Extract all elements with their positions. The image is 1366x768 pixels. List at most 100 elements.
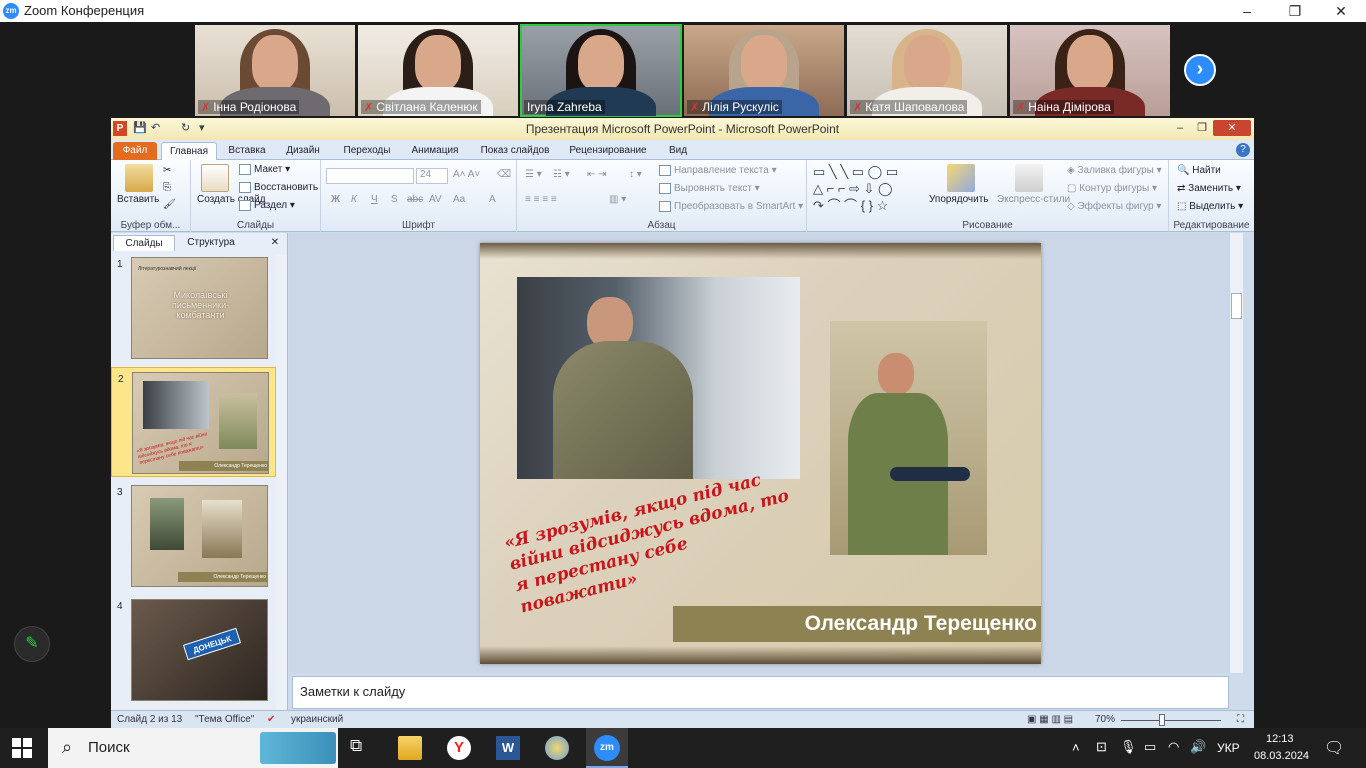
current-slide[interactable]: «Я зрозумів, якщо під час війни відсиджу…: [480, 243, 1041, 664]
file-explorer-icon[interactable]: [398, 736, 422, 760]
indent-icon[interactable]: ⇤ ⇥: [587, 169, 607, 180]
tab-animations[interactable]: Анимация: [403, 142, 467, 160]
shapes-gallery[interactable]: ▭ ╲ ╲ ▭ ◯ ▭ △ ⌐ ⌐ ⇨ ⇩ ◯ ↷ ⌒ ⌒ { } ☆: [813, 163, 898, 214]
ppt-maximize-button[interactable]: ❐: [1191, 120, 1213, 136]
pencil-icon[interactable]: ✎: [14, 626, 50, 662]
layout-button[interactable]: Макет ▾: [239, 164, 290, 175]
slide-thumbnail-row[interactable]: 3 Олександр Терещенко: [111, 481, 276, 591]
columns-icon[interactable]: ▥ ▾: [609, 194, 626, 205]
slide-thumbnail-row[interactable]: 1 Літературознавчий лекції Миколаївські …: [111, 253, 276, 363]
clear-format-icon[interactable]: ⌫: [497, 169, 511, 180]
microphone-icon[interactable]: 🎙: [1120, 739, 1137, 755]
clock-date[interactable]: 08.03.2024: [1254, 750, 1309, 762]
reset-button[interactable]: Восстановить: [239, 182, 318, 193]
next-page-button[interactable]: ›: [1184, 54, 1216, 86]
cut-icon[interactable]: ✂: [163, 165, 171, 176]
slide-thumbnail[interactable]: ДОНЕЦЬК: [131, 599, 268, 701]
change-case-icon[interactable]: Aa: [453, 194, 465, 205]
volume-icon[interactable]: 🔊: [1190, 739, 1206, 755]
bold-icon[interactable]: Ж: [331, 194, 340, 205]
ppt-minimize-button[interactable]: –: [1169, 120, 1191, 136]
participant-tile[interactable]: ✗ Світлана Каленюк: [358, 25, 518, 116]
tab-slideshow[interactable]: Показ слайдов: [475, 142, 555, 160]
slide-photo-veteran[interactable]: [830, 321, 987, 555]
tab-transitions[interactable]: Переходы: [335, 142, 399, 160]
align-text-button[interactable]: Выровнять текст ▾: [659, 183, 760, 194]
battery-icon[interactable]: ▭: [1144, 739, 1156, 755]
font-color-icon[interactable]: A: [489, 194, 496, 205]
ppt-close-button[interactable]: ✕: [1213, 120, 1251, 136]
strikethrough-icon[interactable]: abc: [407, 194, 423, 205]
shape-fill-button[interactable]: ◈ Заливка фигуры ▾: [1067, 165, 1162, 176]
participant-tile-active[interactable]: Iryna Zahreba: [520, 24, 682, 117]
slide-thumbnail[interactable]: «Я зрозумів, якщо під час війни відсиджу…: [132, 372, 269, 474]
font-family-select[interactable]: [326, 168, 414, 184]
find-button[interactable]: 🔍 Найти: [1177, 165, 1221, 176]
notes-pane[interactable]: Заметки к слайду: [292, 676, 1229, 709]
underline-icon[interactable]: Ч: [371, 194, 378, 205]
thumbnails-scrollbar[interactable]: [276, 255, 287, 710]
fit-slide-icon[interactable]: ⛶: [1237, 714, 1244, 725]
arrange-icon[interactable]: [947, 164, 975, 192]
tab-outline[interactable]: Структура: [177, 235, 245, 251]
format-painter-icon[interactable]: 🖌: [163, 199, 176, 210]
slide-photo-soldier[interactable]: [517, 277, 800, 479]
replace-button[interactable]: ⇄ Заменить ▾: [1177, 183, 1241, 194]
font-size-select[interactable]: 24: [416, 168, 448, 184]
chevron-up-icon[interactable]: ˄: [1072, 740, 1080, 755]
participant-tile[interactable]: ✗ Лілія Рускуліс: [684, 25, 844, 116]
notifications-icon[interactable]: 🗨: [1324, 738, 1344, 758]
copy-icon[interactable]: ⎘: [163, 182, 171, 193]
slide-name-bar[interactable]: Олександр Терещенко: [673, 606, 1041, 642]
zoom-taskbar-button[interactable]: zm: [586, 728, 628, 768]
slide-thumbnail[interactable]: Олександр Терещенко: [131, 485, 268, 587]
scrollbar-thumb[interactable]: [1231, 293, 1242, 319]
tab-design[interactable]: Дизайн: [277, 142, 329, 160]
minimize-button[interactable]: –: [1224, 0, 1270, 22]
paste-button[interactable]: Вставить: [117, 194, 159, 205]
shadow-icon[interactable]: S: [391, 194, 398, 205]
tab-insert[interactable]: Вставка: [221, 142, 273, 160]
tab-view[interactable]: Вид: [661, 142, 695, 160]
zoom-level[interactable]: 70%: [1095, 714, 1115, 725]
slide-thumbnail-row-selected[interactable]: 2 «Я зрозумів, якщо під час війни відсид…: [111, 367, 276, 477]
zoom-slider[interactable]: [1121, 720, 1221, 721]
participant-tile[interactable]: ✗ Інна Родіонова: [195, 25, 355, 116]
view-buttons[interactable]: ▣ ▦ ▥ ▤: [1027, 714, 1073, 725]
taskbar-search[interactable]: ⌕ Поиск: [48, 728, 338, 768]
tab-slides[interactable]: Слайды: [113, 235, 175, 251]
clock-time[interactable]: 12:13: [1266, 733, 1294, 745]
spacing-icon[interactable]: AV: [429, 194, 442, 205]
section-button[interactable]: Раздел ▾: [239, 200, 295, 211]
grow-font-icon[interactable]: A˄ A˅: [453, 169, 480, 180]
align-icons[interactable]: ≡ ≡ ≡ ≡: [525, 194, 557, 205]
numbering-icon[interactable]: ☷ ▾: [553, 169, 570, 180]
select-button[interactable]: ⬚ Выделить ▾: [1177, 201, 1243, 212]
tab-review[interactable]: Рецензирование: [563, 142, 653, 160]
line-spacing-icon[interactable]: ↕ ▾: [629, 169, 642, 180]
participant-tile[interactable]: ✗ Наіна Дімірова: [1010, 25, 1170, 116]
paste-icon[interactable]: [125, 164, 153, 192]
maximize-button[interactable]: ❐: [1272, 0, 1318, 22]
bullets-icon[interactable]: ☰ ▾: [525, 169, 542, 180]
wifi-icon[interactable]: ◠: [1168, 739, 1179, 755]
quick-styles-icon[interactable]: [1015, 164, 1043, 192]
shape-outline-button[interactable]: ▢ Контур фигуры ▾: [1067, 183, 1157, 194]
slide-thumbnail[interactable]: Літературознавчий лекції Миколаївські пи…: [131, 257, 268, 359]
network-device-icon[interactable]: ⊡: [1096, 739, 1107, 755]
quick-styles-button[interactable]: Экспресс-стили: [997, 194, 1070, 205]
language-indicator[interactable]: украинский: [291, 714, 343, 725]
spellcheck-icon[interactable]: ✔: [267, 714, 275, 725]
slide-quote[interactable]: «Я зрозумів, якщо під час війни відсиджу…: [502, 460, 814, 618]
tab-home[interactable]: Главная: [161, 142, 217, 160]
slide-scrollbar[interactable]: [1229, 233, 1243, 673]
zoom-slider-thumb[interactable]: [1159, 714, 1165, 726]
close-button[interactable]: ✕: [1318, 0, 1364, 22]
text-direction-button[interactable]: Направление текста ▾: [659, 165, 777, 176]
smartart-button[interactable]: Преобразовать в SmartArt ▾: [659, 201, 803, 212]
input-language[interactable]: УКР: [1217, 741, 1240, 755]
paint-icon[interactable]: [545, 736, 569, 760]
slide-thumbnail-row[interactable]: 4 ДОНЕЦЬК: [111, 595, 276, 705]
new-slide-icon[interactable]: [201, 164, 229, 192]
close-pane-icon[interactable]: ✕: [267, 235, 283, 251]
